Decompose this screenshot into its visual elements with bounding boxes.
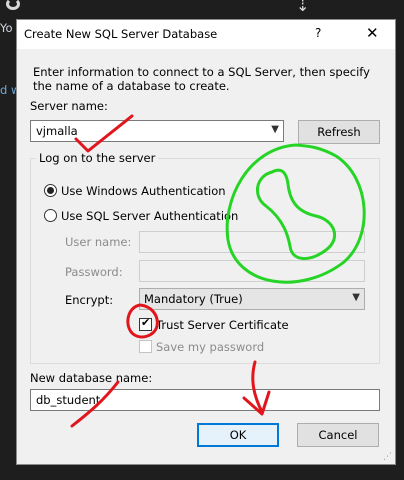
red-arrow-annotation [242,360,271,416]
annotation-overlay [70,114,366,428]
green-loop-annotation [225,143,366,284]
red-checkmark-annotation [74,114,134,153]
red-slash-annotation [70,380,120,428]
red-circle-annotation [126,303,159,339]
